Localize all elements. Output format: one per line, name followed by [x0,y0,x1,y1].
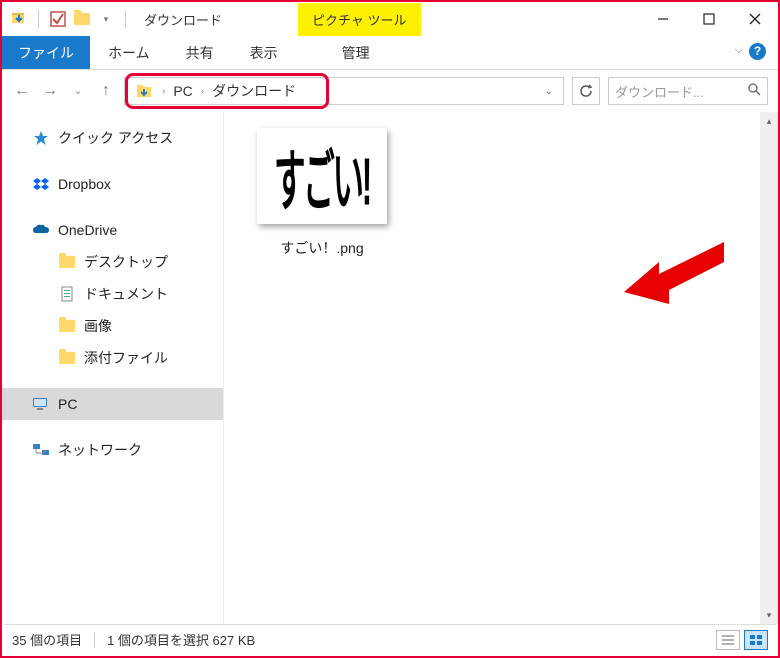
contextual-tab-header: ピクチャ ツール [298,3,420,36]
nav-dropbox[interactable]: Dropbox [2,168,223,200]
nav-label: ネットワーク [58,440,142,460]
nav-quick-access[interactable]: クイック アクセス [2,122,223,154]
search-icon [748,83,761,99]
qat-separator [38,10,39,28]
nav-onedrive[interactable]: OneDrive [2,214,223,246]
properties-icon[interactable] [49,10,67,28]
help-icon: ? [749,43,766,60]
search-input[interactable]: ダウンロード... [608,77,768,105]
scroll-up-icon[interactable]: ▴ [760,112,778,130]
close-button[interactable] [732,4,778,34]
tab-share[interactable]: 共有 [168,36,232,69]
nav-up-button[interactable]: ↑ [96,82,116,100]
folder-icon [58,349,76,367]
chevron-right-icon[interactable]: › [160,86,167,97]
nav-label: PC [58,396,77,412]
address-bar[interactable]: › PC › ダウンロード ⌄ [124,77,564,105]
app-icon [10,10,28,28]
annotation-arrow [624,242,734,317]
folder-icon [58,317,76,335]
nav-label: Dropbox [58,176,111,192]
status-item-count: 35 個の項目 [12,630,82,649]
navigation-pane: クイック アクセス Dropbox OneDrive デスクトップ ドキュメント [2,112,224,624]
status-bar: 35 個の項目 1 個の項目を選択 627 KB [4,624,776,654]
nav-label: 添付ファイル [84,348,168,368]
address-folder-icon [136,82,154,100]
nav-history-dropdown[interactable]: ⌄ [68,86,88,97]
nav-label: クイック アクセス [58,128,173,148]
tab-home[interactable]: ホーム [90,36,168,69]
view-thumbnails-button[interactable] [744,630,768,650]
scroll-down-icon[interactable]: ▾ [760,606,778,624]
tab-manage[interactable]: 管理 [324,36,388,69]
status-selection: 1 個の項目を選択 627 KB [107,630,255,649]
nav-network[interactable]: ネットワーク [2,434,223,466]
nav-pc[interactable]: PC [2,388,223,420]
breadcrumb-pc[interactable]: PC [173,83,192,99]
vertical-scrollbar[interactable]: ▴ ▾ [760,112,778,624]
file-item[interactable]: すごい! すごい！.png [252,128,392,258]
nav-back-button[interactable]: ← [12,82,32,100]
document-icon [58,285,76,303]
minimize-button[interactable] [640,4,686,34]
thumbnail-text: すごい! [274,127,370,225]
dropbox-icon [32,175,50,193]
nav-label: OneDrive [58,222,117,238]
qat-dropdown-icon[interactable]: ▾ [97,10,115,28]
refresh-button[interactable] [572,77,600,105]
folder-small-icon[interactable] [73,10,91,28]
nav-forward-button[interactable]: → [40,82,60,100]
file-thumbnail: すごい! [257,128,387,224]
nav-label: ドキュメント [84,284,168,304]
tab-view[interactable]: 表示 [232,36,296,69]
nav-label: 画像 [84,316,112,336]
tab-file[interactable]: ファイル [2,36,90,69]
qat-separator-2 [125,10,126,28]
network-icon [32,441,50,459]
maximize-button[interactable] [686,4,732,34]
ribbon-collapse-icon[interactable]: ⌵ [735,36,749,69]
quick-access-icon [32,129,50,147]
help-button[interactable]: ? [749,36,778,69]
window-title: ダウンロード [138,10,222,29]
breadcrumb-current[interactable]: ダウンロード [212,81,296,101]
nav-onedrive-pictures[interactable]: 画像 [2,310,223,342]
address-highlight-annotation: › PC › ダウンロード [125,73,329,109]
nav-label: デスクトップ [84,252,168,272]
address-dropdown-icon[interactable]: ⌄ [539,86,559,97]
status-separator [94,632,95,648]
view-details-button[interactable] [716,630,740,650]
nav-onedrive-documents[interactable]: ドキュメント [2,278,223,310]
nav-onedrive-attachments[interactable]: 添付ファイル [2,342,223,374]
onedrive-icon [32,221,50,239]
nav-onedrive-desktop[interactable]: デスクトップ [2,246,223,278]
search-placeholder: ダウンロード... [615,82,704,101]
file-name: すごい！.png [252,238,392,258]
chevron-right-icon[interactable]: › [199,86,206,97]
folder-icon [58,253,76,271]
content-area[interactable]: すごい! すごい！.png ▴ ▾ [224,112,778,624]
pc-icon [32,395,50,413]
